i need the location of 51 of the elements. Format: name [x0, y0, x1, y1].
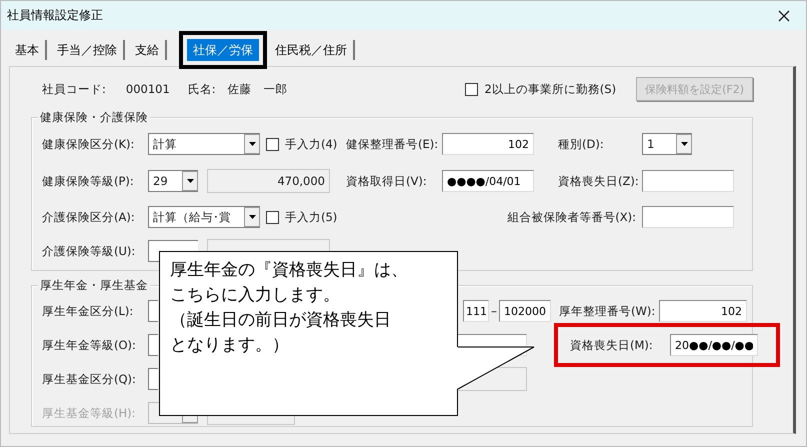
input-field[interactable]: 102000 — [499, 300, 551, 322]
input-field[interactable]: 102 — [442, 133, 534, 155]
checkbox-label: 手入力(5) — [285, 210, 338, 224]
field-label: 資格取得日(V): — [346, 174, 428, 188]
input-field[interactable] — [642, 206, 734, 228]
field-label: 厚生年金等級(O): — [42, 338, 137, 352]
input-field[interactable] — [642, 170, 734, 192]
field-label: 介護保険等級(U): — [42, 244, 136, 258]
dropdown[interactable] — [148, 368, 158, 390]
field-label: 介護保険区分(A): — [42, 210, 136, 224]
field-label: 資格喪失日(M): — [570, 338, 654, 352]
callout-text-line: となります。） — [170, 334, 289, 357]
field-label: 資格喪失日(Z): — [557, 174, 640, 188]
dropdown[interactable]: 計算（給与･賞 — [148, 206, 260, 228]
field-label: 組合被保険者等番号(X): — [506, 210, 637, 224]
field-label: 種別(D): — [557, 136, 605, 152]
callout-text-line: こちらに入力します。 — [170, 284, 340, 307]
checkbox-label: 手入力(4) — [285, 136, 338, 152]
checkbox[interactable] — [465, 82, 478, 96]
field-label: 厚生基金区分(Q): — [42, 372, 137, 386]
field-label: 厚生基金等級(H): — [42, 406, 136, 420]
field-label: 健康保険区分(K): — [42, 136, 136, 152]
separator: – — [490, 304, 498, 318]
window-title: 社員情報設定修正 — [7, 7, 103, 24]
tab[interactable]: 社保／労保 — [179, 31, 267, 69]
readonly-field: 470,000 — [207, 169, 330, 193]
field-label: 厚年整理番号(W): — [559, 304, 656, 318]
callout-text-line: 厚生年金の『資格喪失日』は、 — [170, 259, 408, 282]
input-field[interactable]: 102 — [659, 300, 747, 322]
input-field[interactable]: ●●●●/04/01 — [442, 170, 534, 192]
employee-name-label: 氏名: — [188, 82, 216, 96]
checkbox[interactable] — [266, 138, 279, 150]
dropdown[interactable]: 29 — [148, 170, 198, 192]
employee-code: 000101 — [126, 82, 170, 96]
dropdown[interactable] — [148, 334, 158, 356]
callout-text-line: （誕生日の前日が資格喪失日 — [170, 309, 391, 332]
close-icon — [778, 10, 790, 22]
input-field[interactable]: 20●●/●●/●● — [670, 334, 758, 356]
group-title: 健康保険・介護保険 — [38, 110, 150, 125]
checkbox-label: 2以上の事業所に勤務(S) — [484, 82, 616, 96]
dropdown[interactable]: 計算 — [148, 133, 260, 155]
field-label: 健保整理番号(E): — [346, 136, 440, 152]
dropdown[interactable]: 1 — [642, 133, 692, 155]
field-label: 厚生年金区分(L): — [42, 304, 134, 318]
employee-code-label: 社員コード: — [42, 82, 106, 96]
group-title: 厚生年金・厚生基金 — [38, 278, 150, 293]
employee-name: 佐藤 一郎 — [228, 82, 288, 96]
field-label: 健康保険等級(P): — [42, 174, 135, 188]
input-field[interactable]: 111 — [463, 300, 489, 322]
dropdown[interactable] — [148, 300, 158, 322]
checkbox[interactable] — [266, 210, 279, 224]
